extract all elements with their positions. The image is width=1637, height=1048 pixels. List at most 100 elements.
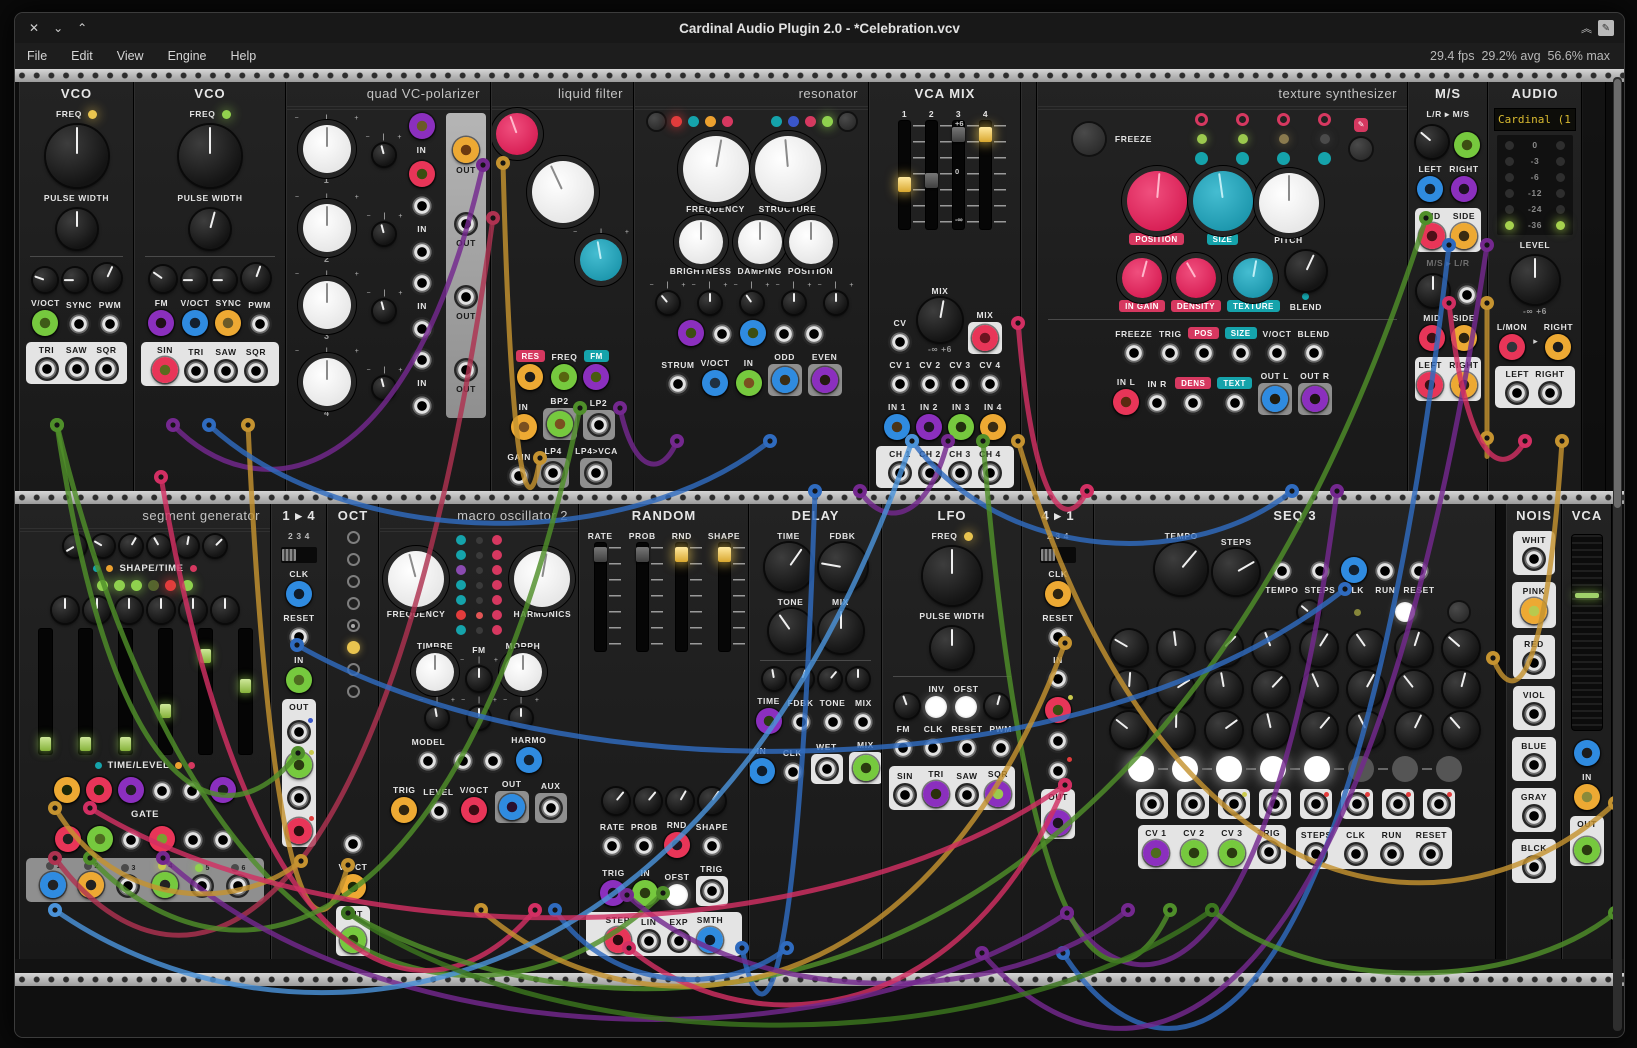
knob[interactable] (63, 268, 87, 292)
knob[interactable] (150, 266, 176, 292)
jack[interactable] (184, 359, 208, 383)
patched-jack[interactable] (1045, 697, 1071, 723)
patched-jack[interactable] (772, 367, 798, 393)
knob[interactable] (514, 551, 570, 607)
knob[interactable] (1206, 671, 1242, 707)
jack[interactable] (190, 874, 214, 898)
jack[interactable] (918, 372, 942, 396)
patched-jack[interactable] (40, 872, 66, 898)
knob[interactable] (791, 668, 813, 690)
jack[interactable] (181, 828, 205, 852)
knob[interactable] (741, 292, 763, 314)
patched-jack[interactable] (54, 777, 80, 803)
patched-jack[interactable] (1417, 176, 1443, 202)
patched-jack[interactable] (453, 137, 479, 163)
knob[interactable] (819, 668, 841, 690)
knob[interactable] (1127, 171, 1187, 231)
knob[interactable] (1443, 630, 1479, 666)
jack[interactable] (893, 783, 917, 807)
knob[interactable] (532, 161, 594, 223)
jack[interactable] (891, 736, 915, 760)
jack[interactable] (1257, 840, 1281, 864)
patched-jack[interactable] (1341, 557, 1367, 583)
jack[interactable] (410, 394, 434, 418)
jack[interactable] (98, 312, 122, 336)
jack[interactable] (1181, 792, 1205, 816)
knob[interactable] (504, 653, 542, 691)
knob[interactable] (1301, 671, 1337, 707)
segment-slider[interactable] (239, 629, 252, 754)
knob[interactable] (985, 694, 1009, 718)
patched-jack[interactable] (916, 414, 942, 440)
jack[interactable] (632, 834, 656, 858)
octave-option[interactable] (347, 575, 360, 588)
knob[interactable] (1176, 258, 1216, 298)
knob[interactable] (755, 136, 821, 202)
jack[interactable] (454, 285, 478, 309)
knob[interactable] (819, 609, 863, 653)
menu-item-file[interactable]: File (15, 49, 59, 63)
jack[interactable] (481, 749, 505, 773)
run-button[interactable] (1395, 602, 1415, 622)
mode-button[interactable] (839, 113, 856, 130)
knob[interactable] (180, 597, 206, 623)
knob[interactable] (46, 125, 108, 187)
octave-option[interactable] (347, 553, 360, 566)
segment-slider[interactable] (159, 629, 172, 754)
patched-jack[interactable] (1545, 334, 1571, 360)
knob[interactable] (683, 136, 749, 202)
fader-handle[interactable] (675, 547, 688, 562)
knob[interactable] (1396, 712, 1432, 748)
patched-jack[interactable] (1302, 386, 1328, 412)
knob[interactable] (1158, 630, 1194, 666)
jack[interactable] (35, 357, 59, 381)
jack[interactable] (978, 461, 1002, 485)
patched-jack[interactable] (210, 777, 236, 803)
fader[interactable] (637, 543, 648, 651)
step-button[interactable] (1260, 756, 1286, 782)
jack[interactable] (700, 834, 724, 858)
patched-jack[interactable] (148, 310, 174, 336)
patched-jack[interactable] (1113, 389, 1139, 415)
menu-item-help[interactable]: Help (219, 49, 269, 63)
patched-jack[interactable] (600, 880, 626, 906)
patched-jack[interactable] (1499, 334, 1525, 360)
white-button[interactable] (955, 696, 977, 718)
knob[interactable] (635, 788, 661, 814)
patched-jack[interactable] (286, 818, 312, 844)
knob[interactable] (1213, 549, 1259, 595)
jack[interactable] (978, 372, 1002, 396)
mode-button[interactable] (648, 113, 665, 130)
octave-option[interactable] (347, 641, 360, 654)
slider-handle[interactable] (240, 679, 251, 693)
knob[interactable] (783, 292, 805, 314)
patched-jack[interactable] (1419, 325, 1445, 351)
jack[interactable] (226, 874, 250, 898)
knob[interactable] (1253, 630, 1289, 666)
knob[interactable] (116, 597, 142, 623)
patched-jack[interactable] (853, 755, 879, 781)
jack[interactable] (451, 749, 475, 773)
patched-jack[interactable] (632, 880, 658, 906)
jack[interactable] (1192, 341, 1216, 365)
knob[interactable] (64, 535, 86, 557)
jack[interactable] (1122, 341, 1146, 365)
knob[interactable] (148, 597, 174, 623)
knob[interactable] (93, 264, 121, 292)
quality-icon[interactable] (1277, 113, 1290, 126)
knob[interactable] (496, 113, 538, 155)
knob[interactable] (699, 292, 721, 314)
knob[interactable] (1206, 712, 1242, 748)
jack[interactable] (1302, 341, 1326, 365)
corner-icon[interactable]: ✎ (1598, 20, 1614, 36)
knob[interactable] (1253, 712, 1289, 748)
knob[interactable] (657, 292, 679, 314)
step-button[interactable] (1348, 756, 1374, 782)
jack[interactable] (116, 874, 140, 898)
jack[interactable] (666, 372, 690, 396)
patched-jack[interactable] (1045, 581, 1071, 607)
knob[interactable] (1511, 256, 1559, 304)
jack[interactable] (1407, 559, 1431, 583)
patched-jack[interactable] (980, 414, 1006, 440)
jack[interactable] (507, 464, 531, 488)
